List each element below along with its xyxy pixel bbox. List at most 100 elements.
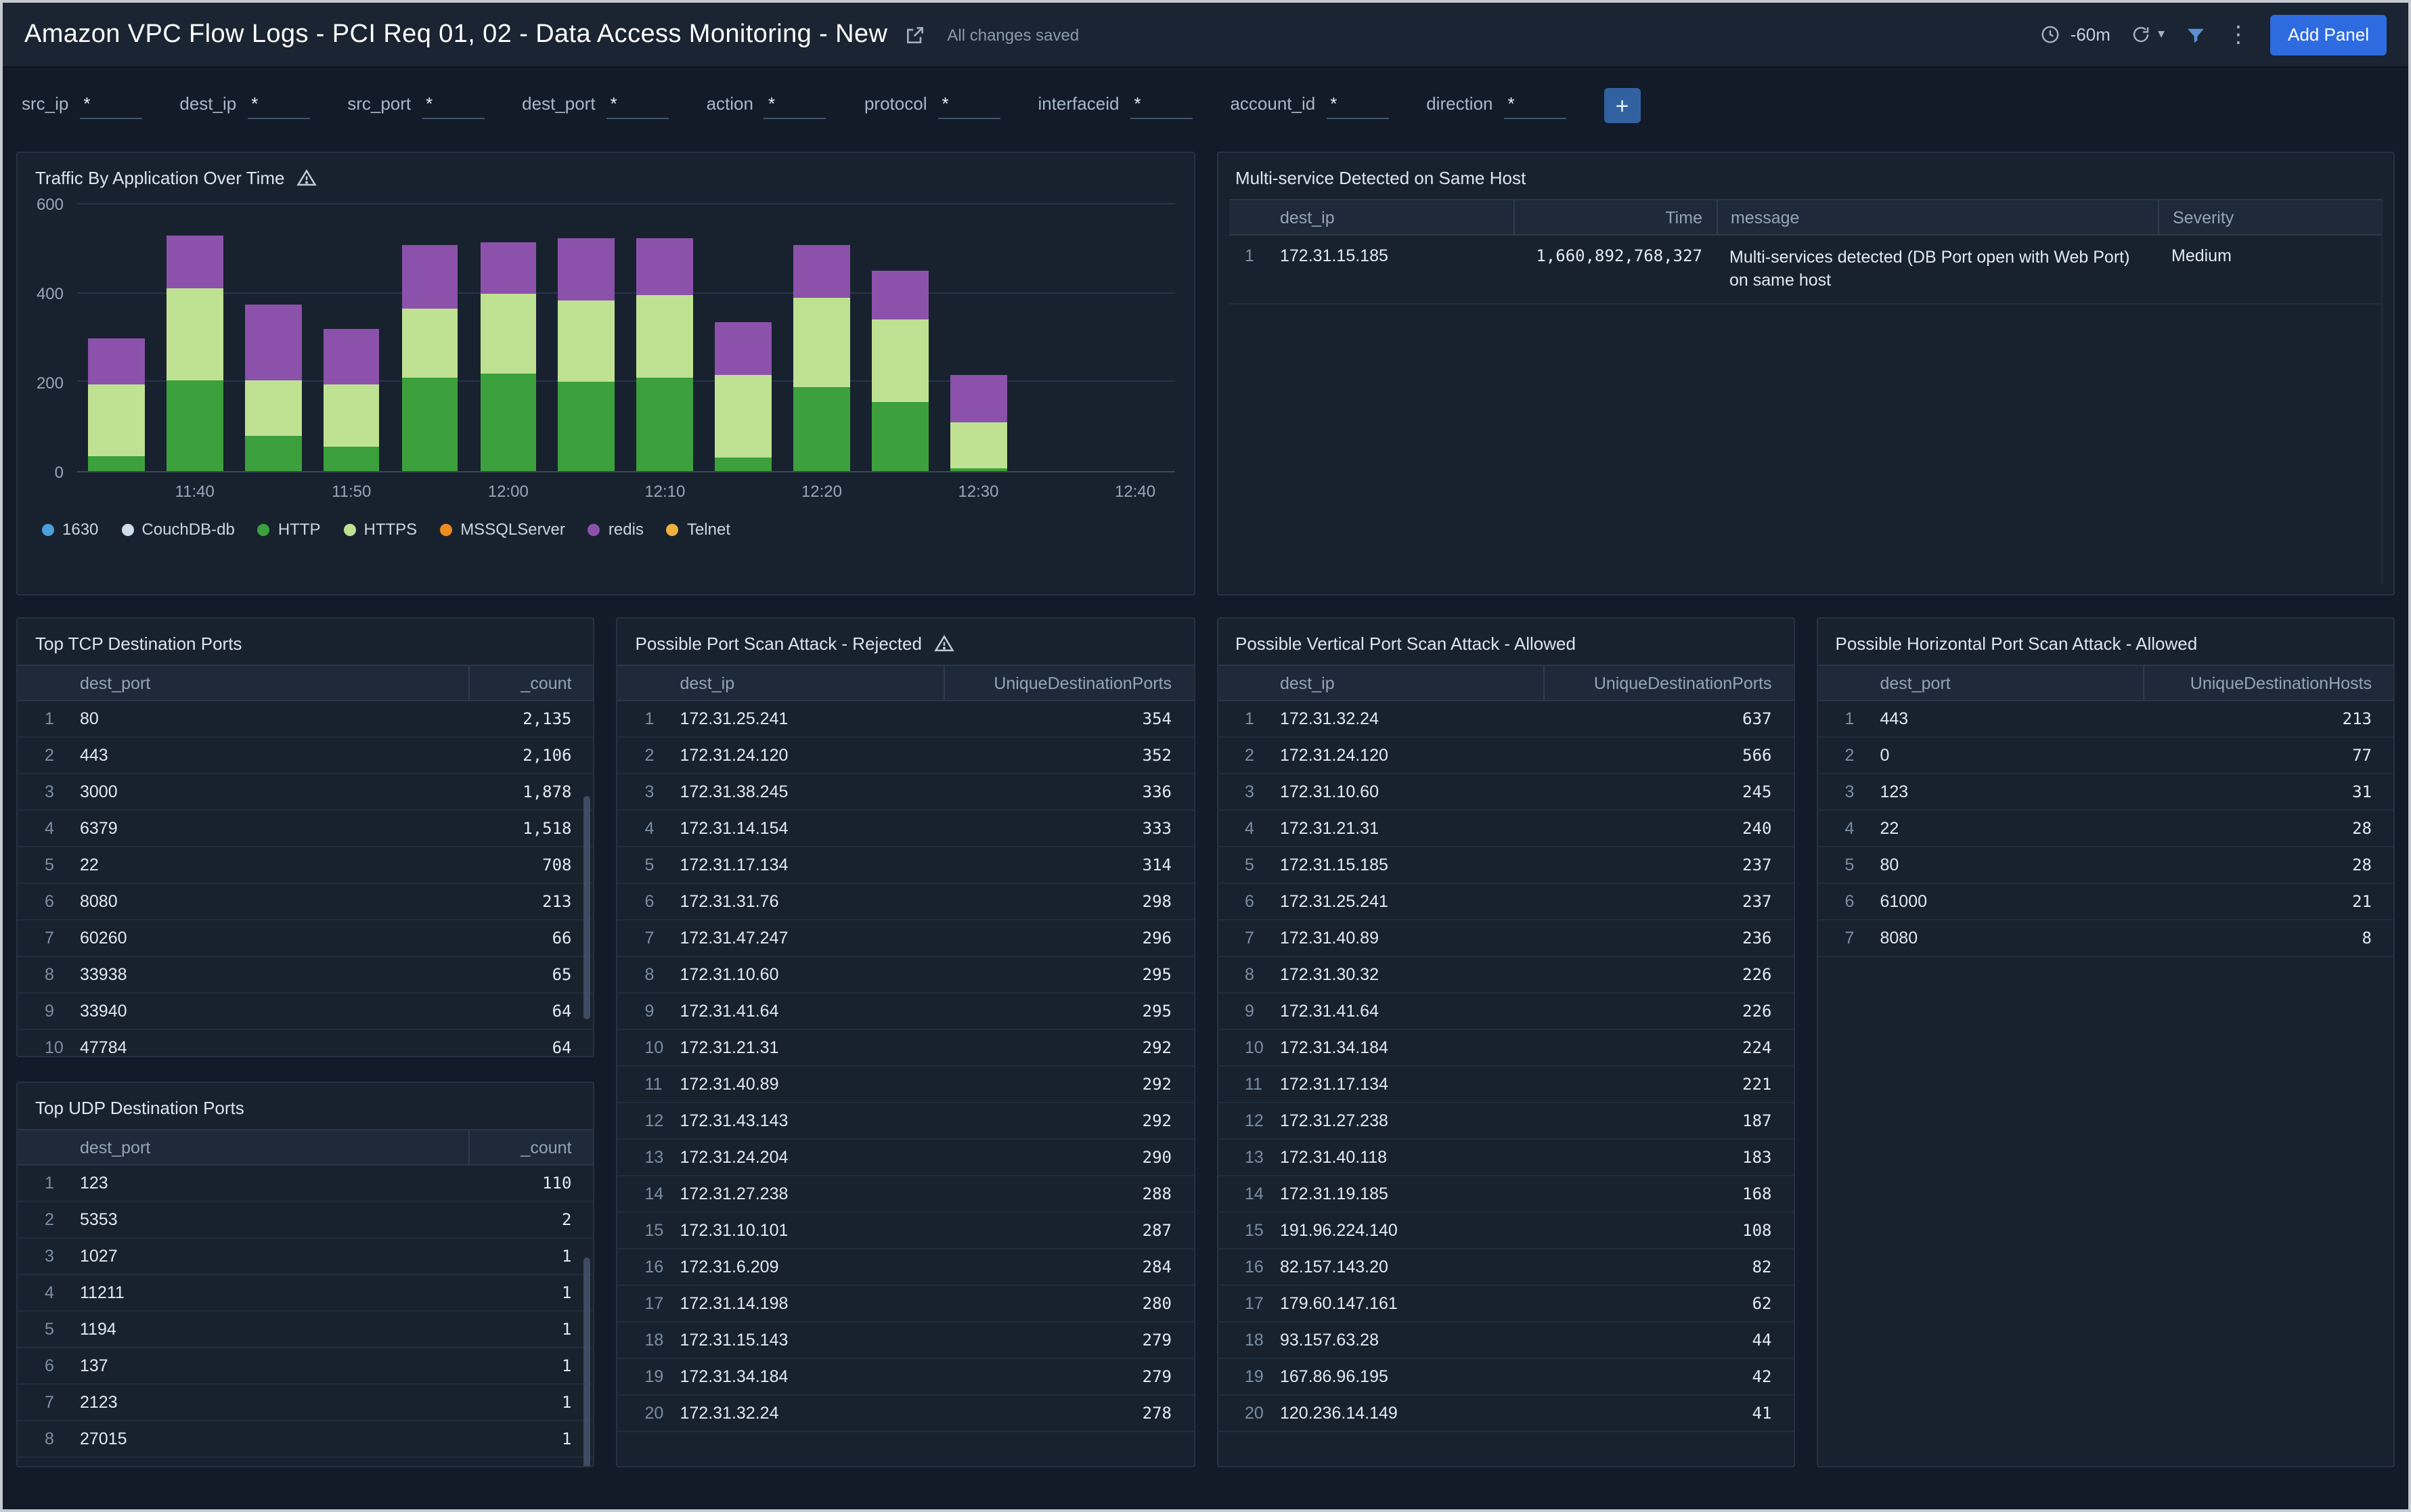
table-row[interactable]: 2 443 2,106 bbox=[18, 738, 594, 774]
refresh-icon[interactable] bbox=[2131, 24, 2151, 45]
table-row[interactable]: 20 172.31.32.24 278 bbox=[617, 1396, 1193, 1432]
legend-item-1630[interactable]: 1630 bbox=[42, 520, 98, 539]
column-header-count[interactable]: _count bbox=[468, 1130, 594, 1164]
legend-item-Telnet[interactable]: Telnet bbox=[666, 520, 730, 539]
filter-input-protocol[interactable]: * bbox=[937, 93, 1000, 118]
table-row[interactable]: 1 443 213 bbox=[1817, 701, 2393, 738]
table-row[interactable]: 5 172.31.15.185 237 bbox=[1218, 847, 1794, 884]
column-header-severity[interactable]: Severity bbox=[2158, 200, 2381, 234]
table-row[interactable]: 2 172.31.24.120 566 bbox=[1218, 738, 1794, 774]
table-row[interactable]: 18 93.157.63.28 44 bbox=[1218, 1322, 1794, 1359]
legend-item-HTTP[interactable]: HTTP bbox=[257, 520, 321, 539]
filter-icon[interactable] bbox=[2185, 24, 2207, 45]
table-row[interactable]: 14 172.31.27.238 288 bbox=[617, 1176, 1193, 1213]
table-row[interactable]: 5 1194 1 bbox=[18, 1312, 594, 1348]
table-row[interactable]: 7 60260 66 bbox=[18, 920, 594, 957]
table-row[interactable]: 11 172.31.17.134 221 bbox=[1218, 1067, 1794, 1103]
add-filter-button[interactable]: + bbox=[1603, 88, 1641, 123]
table-row[interactable]: 7 2123 1 bbox=[18, 1385, 594, 1421]
legend-item-CouchDB-db[interactable]: CouchDB-db bbox=[121, 520, 235, 539]
legend-item-MSSQLServer[interactable]: MSSQLServer bbox=[440, 520, 565, 539]
filter-input-interfaceid[interactable]: * bbox=[1130, 93, 1193, 118]
stacked-bar-12:05[interactable] bbox=[558, 204, 615, 471]
table-row[interactable]: 6 172.31.25.241 237 bbox=[1218, 884, 1794, 920]
table-row[interactable]: 5 172.31.17.134 314 bbox=[617, 847, 1193, 884]
table-row[interactable]: 5 22 708 bbox=[18, 847, 594, 884]
column-header-dest-ip[interactable]: dest_ip bbox=[680, 673, 944, 692]
table-row[interactable]: 9 33940 64 bbox=[18, 994, 594, 1030]
table-row[interactable]: 4 22 28 bbox=[1817, 811, 2393, 847]
column-header-message[interactable]: message bbox=[1716, 200, 2158, 234]
table-row[interactable]: 10 47784 64 bbox=[18, 1030, 593, 1056]
table-row[interactable]: 19 167.86.96.195 42 bbox=[1218, 1359, 1794, 1396]
table-row[interactable]: 16 82.157.143.20 82 bbox=[1218, 1249, 1794, 1286]
table-row[interactable]: 15 172.31.10.101 287 bbox=[617, 1213, 1193, 1249]
column-header-unique-ports[interactable]: UniqueDestinationPorts bbox=[1543, 666, 1794, 700]
column-header-dest-port[interactable]: dest_port bbox=[80, 673, 469, 692]
stacked-bar-11:45[interactable] bbox=[244, 204, 302, 471]
table-row[interactable]: 13 172.31.40.118 183 bbox=[1218, 1140, 1794, 1176]
filter-input-src_port[interactable]: * bbox=[422, 93, 485, 118]
table-row[interactable]: 2 0 77 bbox=[1817, 738, 2393, 774]
filter-input-direction[interactable]: * bbox=[1503, 93, 1566, 118]
table-row[interactable]: 17 179.60.147.161 62 bbox=[1218, 1286, 1794, 1322]
filter-input-action[interactable]: * bbox=[764, 93, 826, 118]
table-row[interactable]: 7 172.31.47.247 296 bbox=[617, 920, 1193, 957]
table-row[interactable]: 7 172.31.40.89 236 bbox=[1218, 920, 1794, 957]
chevron-down-icon[interactable]: ▾ bbox=[2158, 27, 2165, 42]
share-icon[interactable] bbox=[904, 24, 925, 45]
table-row[interactable]: 6 8080 213 bbox=[18, 884, 594, 920]
stacked-bar-12:15[interactable] bbox=[715, 204, 772, 471]
table-row[interactable]: 4 172.31.14.154 333 bbox=[617, 811, 1193, 847]
table-row[interactable]: 7 8080 8 bbox=[1817, 920, 2393, 957]
stacked-bar-12:30[interactable] bbox=[950, 204, 1007, 471]
stacked-bar-11:35[interactable] bbox=[88, 204, 145, 471]
table-row[interactable]: 3 172.31.38.245 336 bbox=[617, 774, 1193, 811]
table-row[interactable]: 6 137 1 bbox=[18, 1348, 594, 1385]
filter-input-dest_port[interactable]: * bbox=[606, 93, 669, 118]
table-row[interactable]: 1 80 2,135 bbox=[18, 701, 594, 738]
column-header-unique-ports[interactable]: UniqueDestinationPorts bbox=[943, 666, 1193, 700]
stacked-bar-11:40[interactable] bbox=[167, 204, 223, 471]
clock-icon[interactable] bbox=[2041, 24, 2061, 45]
table-row[interactable]: 8 33938 65 bbox=[18, 957, 594, 994]
filter-input-account_id[interactable]: * bbox=[1326, 93, 1389, 118]
scrollbar-thumb[interactable] bbox=[583, 796, 591, 1019]
table-row[interactable]: 6 172.31.31.76 298 bbox=[617, 884, 1193, 920]
table-row[interactable]: 9 172.31.41.64 226 bbox=[1218, 994, 1794, 1030]
table-row[interactable]: 18 172.31.15.143 279 bbox=[617, 1322, 1193, 1359]
table-row[interactable]: 6 61000 21 bbox=[1817, 884, 2393, 920]
column-header-dest-port[interactable]: dest_port bbox=[1880, 673, 2144, 692]
table-row[interactable]: 9 172.31.41.64 295 bbox=[617, 994, 1193, 1030]
table-row[interactable]: 2 172.31.24.120 352 bbox=[617, 738, 1193, 774]
table-row[interactable]: 3 123 31 bbox=[1817, 774, 2393, 811]
table-row[interactable]: 2 5353 2 bbox=[18, 1202, 594, 1239]
stacked-bar-12:10[interactable] bbox=[636, 204, 694, 471]
table-row[interactable]: 12 172.31.27.238 187 bbox=[1218, 1103, 1794, 1140]
table-row[interactable]: 8 27015 1 bbox=[18, 1421, 594, 1458]
kebab-menu-icon[interactable]: ⋮ bbox=[2227, 23, 2250, 46]
stacked-bar-11:55[interactable] bbox=[401, 204, 458, 471]
table-row[interactable]: 4 172.31.21.31 240 bbox=[1218, 811, 1794, 847]
table-row[interactable]: 12 172.31.43.143 292 bbox=[617, 1103, 1193, 1140]
table-row[interactable]: 13 172.31.24.204 290 bbox=[617, 1140, 1193, 1176]
table-row[interactable]: 4 11211 1 bbox=[18, 1275, 594, 1312]
table-row[interactable]: 1 172.31.32.24 637 bbox=[1218, 701, 1794, 738]
stacked-bar-12:00[interactable] bbox=[480, 204, 537, 471]
table-row[interactable]: 15 191.96.224.140 108 bbox=[1218, 1213, 1794, 1249]
table-row[interactable]: 11 172.31.40.89 292 bbox=[617, 1067, 1193, 1103]
add-panel-button[interactable]: Add Panel bbox=[2270, 14, 2387, 55]
scrollbar-thumb[interactable] bbox=[583, 1258, 591, 1466]
column-header-count[interactable]: _count bbox=[468, 666, 594, 700]
column-header-dest-ip[interactable]: dest_ip bbox=[1229, 208, 1513, 227]
legend-item-redis[interactable]: redis bbox=[588, 520, 644, 539]
legend-item-HTTPS[interactable]: HTTPS bbox=[343, 520, 417, 539]
table-row[interactable]: 14 172.31.19.185 168 bbox=[1218, 1176, 1794, 1213]
stacked-bar-12:25[interactable] bbox=[872, 204, 929, 471]
table-row[interactable]: 8 172.31.10.60 295 bbox=[617, 957, 1193, 994]
column-header-dest-port[interactable]: dest_port bbox=[80, 1138, 469, 1157]
column-header-time[interactable]: Time bbox=[1513, 200, 1716, 234]
table-row[interactable]: 1 172.31.15.185 1,660,892,768,327 Multi-s… bbox=[1229, 236, 2381, 305]
warning-icon[interactable] bbox=[934, 633, 954, 654]
stacked-bar-11:50[interactable] bbox=[323, 204, 380, 471]
